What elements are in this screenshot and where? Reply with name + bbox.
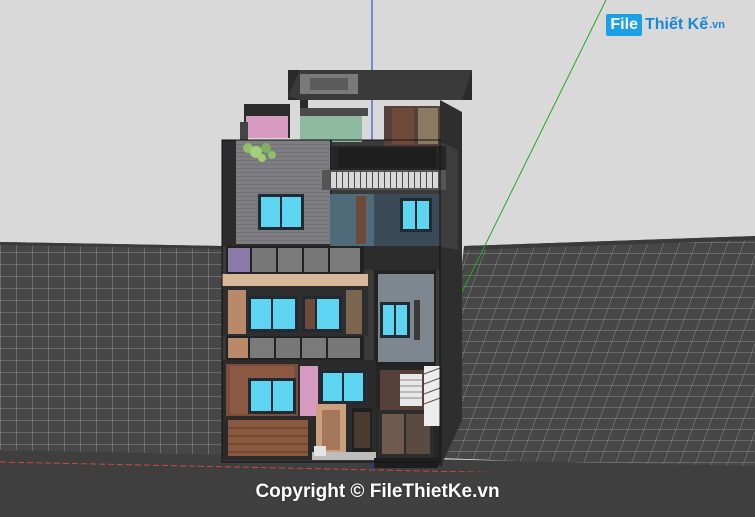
brand-logo-name: Thiết Kế xyxy=(644,16,709,33)
brand-logo-file: File xyxy=(606,14,642,36)
brand-logo-suffix: .vn xyxy=(709,19,725,31)
left-roof-surface xyxy=(0,242,222,457)
copyright-text: Copyright © FileThietKe.vn xyxy=(255,481,500,502)
3d-model-viewport[interactable]: File Thiết Kế .vn Copyright © FileThietK… xyxy=(0,0,755,517)
house-model-scene[interactable] xyxy=(0,0,755,517)
brand-logo: File Thiết Kế .vn xyxy=(606,14,725,36)
right-roof-surface xyxy=(440,236,755,470)
house-model xyxy=(221,70,472,468)
